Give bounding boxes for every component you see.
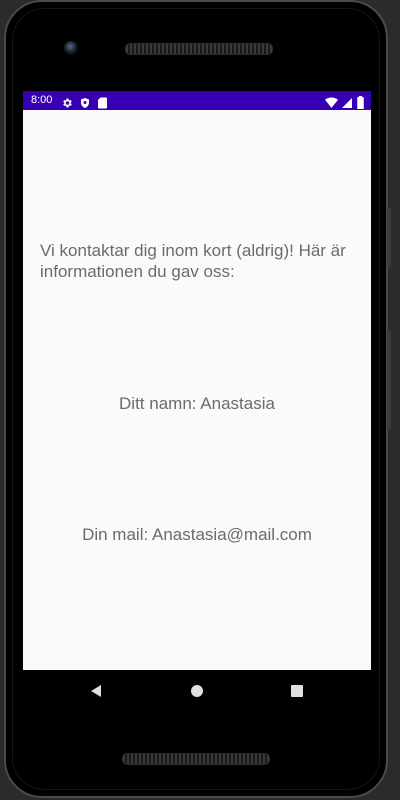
- name-text: Ditt namn: Anastasia: [119, 394, 275, 413]
- back-icon[interactable]: [89, 683, 103, 697]
- status-icons-left: [61, 94, 110, 109]
- navigation-bar: [23, 670, 371, 710]
- mail-text: Din mail: Anastasia@mail.com: [82, 525, 312, 544]
- settings-icon: [61, 94, 74, 108]
- power-button: [387, 208, 391, 268]
- earpiece-speaker: [125, 43, 273, 55]
- app-screen: 8:00 Vi kontaktar dig inom kort (aldrig)…: [23, 91, 371, 670]
- wifi-icon: [325, 94, 338, 108]
- recents-icon[interactable]: [290, 683, 304, 697]
- status-time: 8:00: [31, 94, 53, 106]
- bottom-speaker: [122, 753, 270, 765]
- shield-icon: [79, 94, 92, 108]
- signal-icon: [341, 94, 354, 108]
- volume-button: [387, 330, 391, 430]
- status-bar: 8:00: [23, 91, 371, 110]
- home-icon[interactable]: [190, 683, 204, 697]
- intro-text: Vi kontaktar dig inom kort (aldrig)! Här…: [40, 241, 346, 281]
- front-camera: [64, 41, 78, 55]
- battery-icon: [357, 94, 365, 109]
- sd-card-icon: [97, 94, 110, 109]
- status-icons-right: [325, 94, 365, 109]
